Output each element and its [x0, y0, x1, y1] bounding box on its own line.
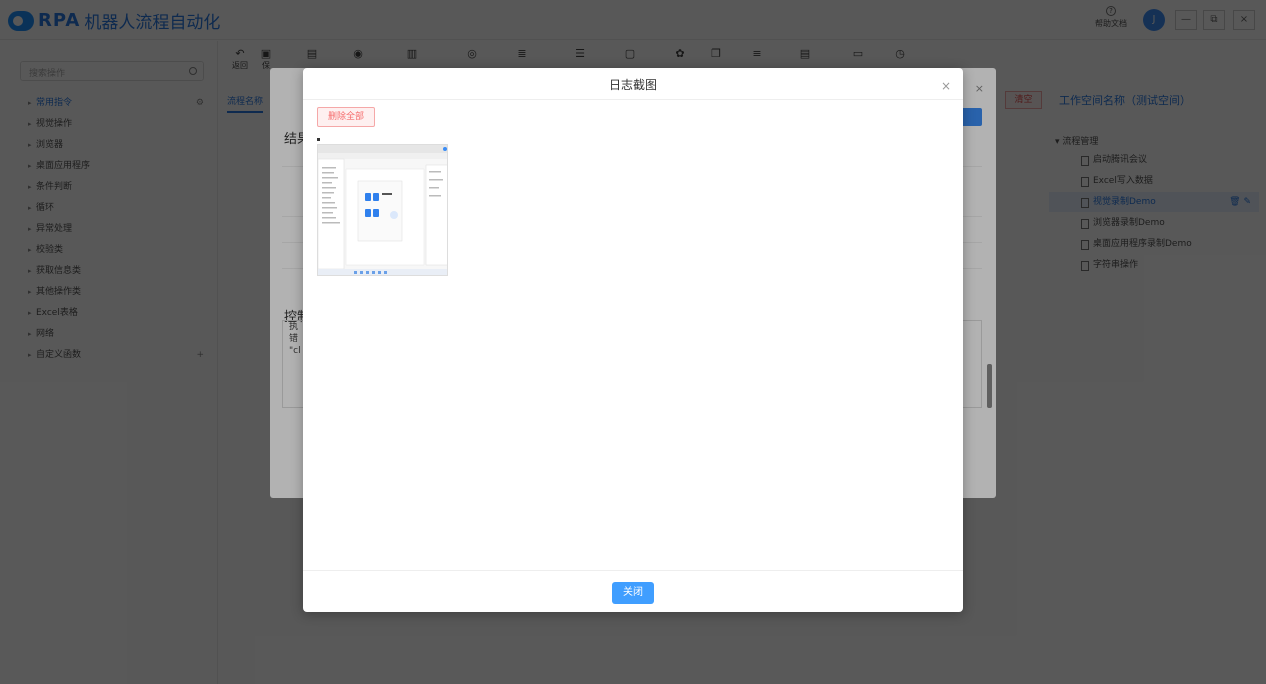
screenshot-thumbnail[interactable] [317, 144, 448, 276]
close-button[interactable]: 关闭 [612, 582, 654, 604]
close-icon[interactable]: × [941, 80, 951, 92]
log-screenshot-dialog: 日志截图 × 删除全部 关闭 [303, 68, 963, 612]
delete-all-button[interactable]: 删除全部 [317, 107, 375, 127]
dialog-title: 日志截图 [608, 78, 657, 92]
dialog-footer: 关闭 [303, 570, 963, 612]
thumbnail-marker [317, 138, 320, 141]
screenshot-thumbnail-image [318, 145, 447, 275]
dialog-header: 日志截图 × [303, 68, 963, 100]
